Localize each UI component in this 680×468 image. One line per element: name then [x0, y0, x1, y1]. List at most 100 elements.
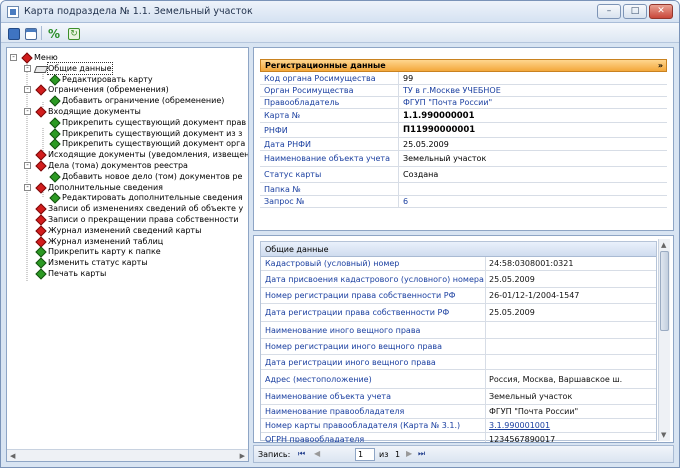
scroll-up-icon[interactable]: ▲: [661, 241, 666, 249]
general-value: Россия, Москва, Варшавское ш.: [489, 375, 623, 384]
next-record-icon[interactable]: ▶: [406, 449, 412, 458]
registration-key: Код органа Росимущества: [264, 74, 376, 83]
collapse-toggle-icon[interactable]: -: [24, 183, 31, 191]
scroll-left-icon[interactable]: ◀: [10, 452, 15, 460]
collapse-toggle-icon[interactable]: -: [24, 108, 31, 115]
book-icon: [35, 64, 46, 73]
green-diamond-icon: [49, 139, 60, 148]
tree-item-label: Журнал изменений таблиц: [48, 236, 164, 246]
registration-value: 25.05.2009: [403, 140, 449, 149]
scroll-down-icon[interactable]: ▼: [661, 431, 666, 439]
collapse-toggle-icon[interactable]: -: [24, 64, 31, 72]
general-value: 25.05.2009: [489, 308, 535, 317]
registration-value: Земельный участок: [403, 154, 487, 163]
registration-row: Папка №: [260, 183, 667, 196]
general-key: Номер регистрации иного вещного права: [265, 342, 443, 351]
export-icon: [8, 28, 20, 40]
general-grid: Общие данные Кадастровый (условный) номе…: [260, 241, 657, 443]
tree-item-label: Исходящие документы (уведомления, извеще…: [48, 150, 249, 160]
window-button[interactable]: [22, 25, 38, 41]
registration-value: 99: [403, 74, 414, 83]
general-row: ОГРН правообладателя 1234567890017: [261, 433, 656, 443]
registration-key: Папка №: [264, 185, 301, 194]
registration-row: Орган Росимущества ТУ в г.Москве УЧЕБНОЕ: [260, 85, 667, 97]
pager-of-label: из: [379, 450, 389, 459]
tree-item-label: Редактировать карту: [62, 74, 153, 84]
registration-row: Статус карты Создана: [260, 167, 667, 183]
registration-row: Запрос № 6: [260, 196, 667, 208]
tree-horizontal-scrollbar[interactable]: ◀ ▶: [7, 449, 248, 461]
green-diamond-icon: [35, 258, 46, 267]
record-number-input[interactable]: 1: [355, 448, 375, 461]
general-value: 1234567890017: [489, 435, 556, 443]
registration-value: П11990000001: [403, 125, 476, 135]
tree-item-label: Прикрепить карту к папке: [48, 247, 161, 257]
green-diamond-icon: [49, 129, 60, 138]
general-row: Номер регистрации права собственности РФ…: [261, 288, 656, 304]
general-header: Общие данные: [261, 242, 656, 257]
owner-card-link[interactable]: 3.1.990001001: [489, 419, 550, 433]
first-record-icon[interactable]: ⏮: [298, 449, 305, 459]
record-pager: Запись: ⏮ ◀ 1 из 1 ▶ ⏭: [253, 445, 674, 463]
general-vertical-scrollbar[interactable]: ▲ ▼: [658, 239, 670, 441]
prev-record-icon[interactable]: ◀: [314, 449, 320, 458]
registration-header[interactable]: Регистрационные данные »: [260, 59, 667, 72]
app-icon: [7, 6, 19, 18]
maximize-button[interactable]: □: [623, 4, 647, 19]
tree-item-label: Общие данные: [47, 61, 113, 75]
last-record-icon[interactable]: ⏭: [418, 449, 425, 459]
registration-key: Наименование объекта учета: [264, 154, 390, 163]
general-value: 26-01/12-1/2004-1547: [489, 291, 580, 300]
red-diamond-icon: [35, 85, 46, 94]
tree-item-label: Прикрепить существующий документ из з: [62, 128, 243, 138]
green-diamond-icon: [49, 193, 60, 202]
tree-item-label: Прикрепить существующий документ прав: [62, 117, 247, 127]
green-diamond-icon: [35, 269, 46, 278]
toolbar-separator: [41, 26, 42, 40]
registration-value: ФГУП "Почта России": [403, 98, 493, 107]
registration-row: Правообладатель ФГУП "Почта России": [260, 97, 667, 109]
general-row: Дата присвоения кадастрового (условного)…: [261, 271, 656, 288]
general-value: ФГУП "Почта России": [489, 407, 579, 416]
general-row: Наименование правообладателя ФГУП "Почта …: [261, 405, 656, 419]
registration-row: Наименование объекта учета Земельный учас…: [260, 151, 667, 167]
registration-key: Дата РНФИ: [264, 140, 311, 149]
collapse-toggle-icon[interactable]: -: [10, 54, 17, 61]
scroll-right-icon[interactable]: ▶: [240, 452, 245, 460]
scroll-thumb[interactable]: [660, 251, 669, 331]
tree-item-label: Ограничения (обременения): [48, 85, 169, 95]
general-key: ОГРН правообладателя: [265, 435, 365, 443]
tree-item-label: Дела (тома) документов реестра: [48, 161, 188, 170]
registration-row: РНФИ П11990000001: [260, 123, 667, 138]
registration-value: ТУ в г.Москве УЧЕБНОЕ: [403, 86, 501, 95]
tree-item-label: Входящие документы: [48, 107, 141, 116]
tree-item-label: Изменить статус карты: [48, 258, 148, 268]
general-row[interactable]: Номер карты правообладателя (Карта № 3.1…: [261, 419, 656, 433]
collapse-icon[interactable]: »: [658, 60, 663, 71]
collapse-toggle-icon[interactable]: -: [24, 86, 31, 94]
percent-button[interactable]: %: [45, 25, 61, 41]
general-key: Наименование объекта учета: [265, 392, 391, 401]
collapse-toggle-icon[interactable]: -: [24, 162, 31, 169]
general-row: Номер регистрации иного вещного права: [261, 339, 656, 355]
red-diamond-icon: [35, 215, 46, 224]
red-diamond-icon: [35, 161, 46, 170]
minimize-button[interactable]: –: [597, 4, 621, 19]
registration-key: РНФИ: [264, 126, 288, 135]
general-key: Дата присвоения кадастрового (условного)…: [265, 275, 484, 284]
general-key: Номер карты правообладателя (Карта № 3.1…: [265, 421, 461, 430]
refresh-button[interactable]: ↻: [65, 25, 81, 41]
registration-title: Регистрационные данные: [265, 61, 386, 70]
export-button[interactable]: [5, 25, 21, 41]
general-key: Дата регистрации иного вещного права: [265, 358, 436, 367]
general-value: 25.05.2009: [489, 275, 535, 284]
general-row: Наименование иного вещного права: [261, 322, 656, 339]
registration-key: Статус карты: [264, 170, 322, 179]
tree-item-label: Добавить ограничение (обременение): [62, 96, 225, 106]
green-diamond-icon: [49, 118, 60, 127]
general-key: Адрес (местоположение): [265, 375, 372, 384]
close-button[interactable]: ✕: [649, 4, 673, 19]
tree-item-label: Дополнительные сведения: [48, 182, 163, 192]
green-diamond-icon: [49, 172, 60, 181]
registration-row: Дата РНФИ 25.05.2009: [260, 138, 667, 151]
